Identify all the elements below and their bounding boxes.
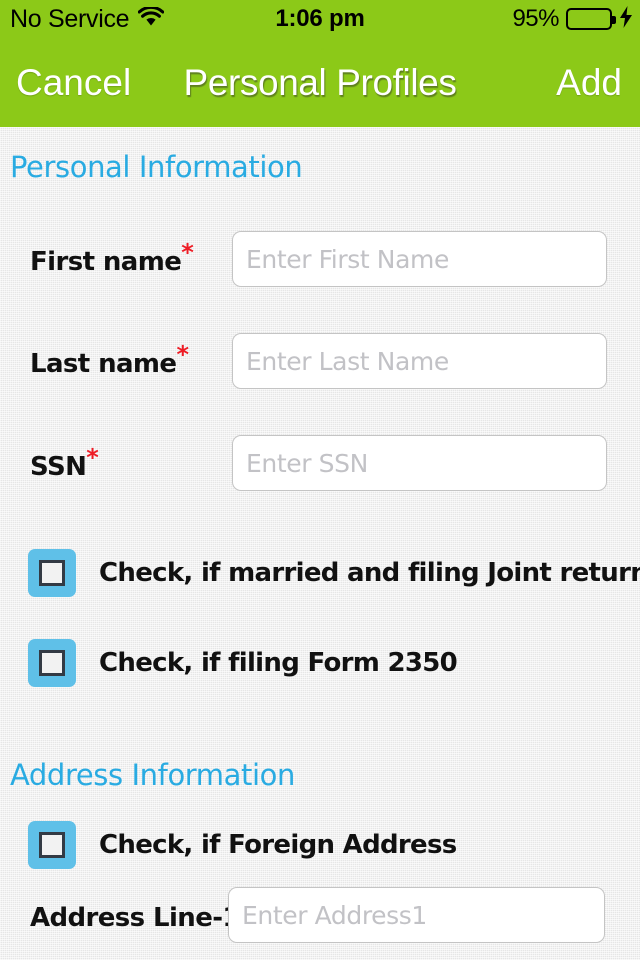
first-name-label-text: First name <box>30 247 182 277</box>
ssn-label: SSN* <box>30 445 99 482</box>
last-name-label: Last name* <box>30 342 189 379</box>
ssn-input[interactable] <box>232 435 607 491</box>
address-line-1-input[interactable] <box>228 887 605 943</box>
battery-icon <box>566 8 616 30</box>
first-name-label: First name* <box>30 240 194 277</box>
first-name-input[interactable] <box>232 231 607 287</box>
checkbox-box-icon <box>39 650 65 676</box>
ssn-label-text: SSN <box>30 452 87 482</box>
add-button[interactable]: Add <box>556 64 622 101</box>
app-screen: No Service 1:06 pm 95% Cancel Personal P… <box>0 0 640 960</box>
checkbox-foreign-address[interactable] <box>28 821 76 869</box>
address-line-1-label-text: Address Line-1 <box>30 903 241 933</box>
battery-percent-label: 95% <box>512 5 559 32</box>
address-line-1-label: Address Line-1* <box>30 896 252 933</box>
form-content: Personal Information First name* Last na… <box>0 127 640 960</box>
checkbox-row-form-2350[interactable]: Check, if filing Form 2350 <box>28 639 458 687</box>
checkbox-row-foreign-address[interactable]: Check, if Foreign Address <box>28 821 457 869</box>
checkbox-label-married-joint-return: Check, if married and filing Joint retur… <box>99 558 640 588</box>
last-name-input[interactable] <box>232 333 607 389</box>
status-bar: No Service 1:06 pm 95% <box>0 0 640 38</box>
last-name-label-text: Last name <box>30 349 177 379</box>
checkbox-box-icon <box>39 832 65 858</box>
page-title: Personal Profiles <box>183 62 457 103</box>
checkbox-form-2350[interactable] <box>28 639 76 687</box>
last-name-required-marker: * <box>176 340 189 369</box>
first-name-required-marker: * <box>181 238 194 267</box>
lightning-bolt-icon <box>619 6 633 32</box>
checkbox-label-form-2350: Check, if filing Form 2350 <box>99 648 458 678</box>
checkbox-label-foreign-address: Check, if Foreign Address <box>99 830 457 860</box>
navigation-bar: Cancel Personal Profiles Add <box>0 38 640 127</box>
section-header-address-information: Address Information <box>10 758 295 792</box>
checkbox-row-married-joint-return[interactable]: Check, if married and filing Joint retur… <box>28 549 640 597</box>
ssn-required-marker: * <box>86 443 99 472</box>
status-bar-right: 95% <box>512 6 633 32</box>
section-header-personal-information: Personal Information <box>10 150 303 184</box>
checkbox-married-joint-return[interactable] <box>28 549 76 597</box>
checkbox-box-icon <box>39 560 65 586</box>
